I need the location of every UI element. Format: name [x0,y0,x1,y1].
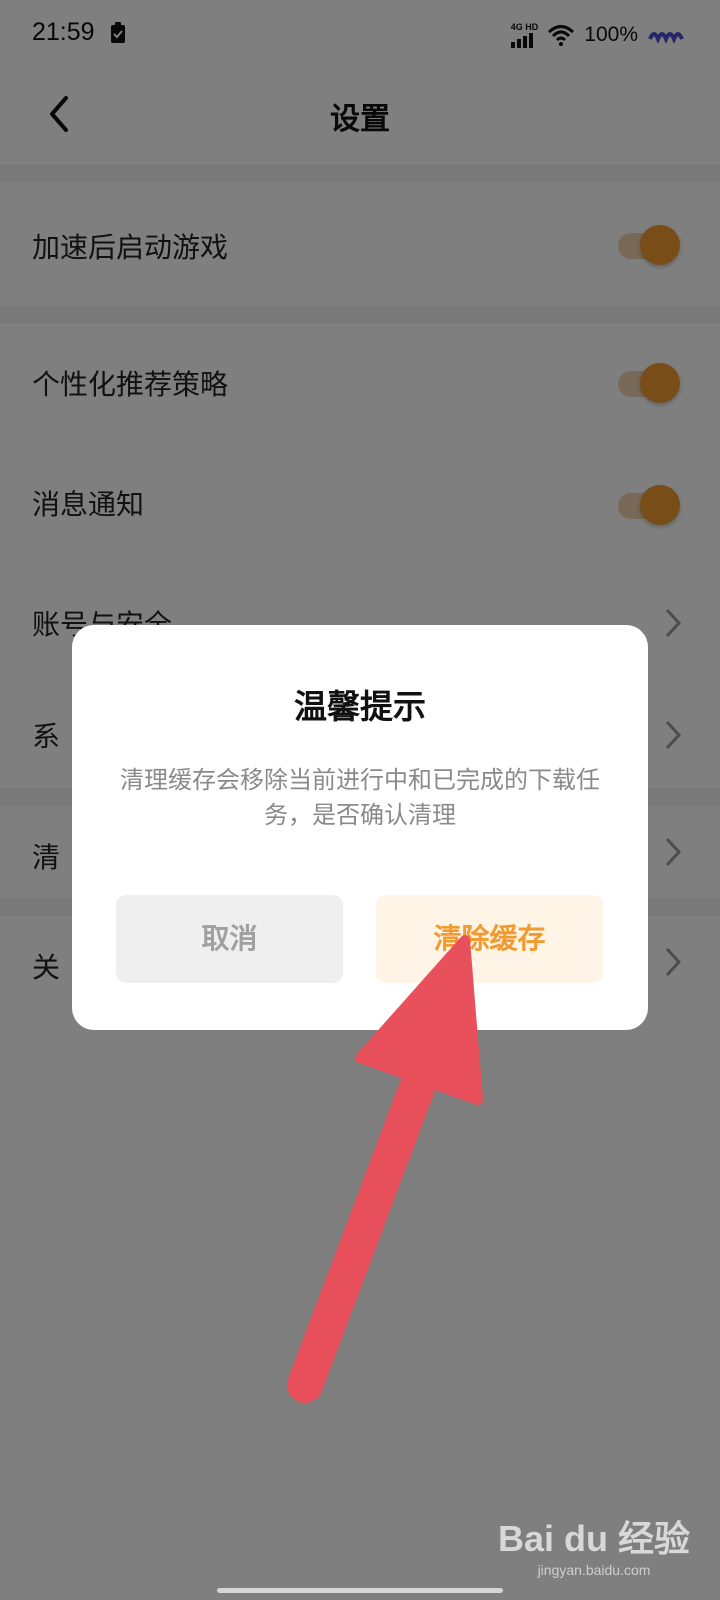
watermark-logo: Bai du 经验 [497,1518,690,1559]
confirm-dialog: 温馨提示 清理缓存会移除当前进行中和已完成的下载任务，是否确认清理 取消 清除缓… [72,625,648,1030]
dialog-title: 温馨提示 [294,687,426,726]
dialog-message: 清理缓存会移除当前进行中和已完成的下载任务，是否确认清理 [120,766,600,829]
cancel-button[interactable]: 取消 [116,895,343,983]
home-indicator[interactable] [217,1588,503,1593]
watermark: Bai du 经验 jingyan.baidu.com [498,1510,690,1578]
watermark-url: jingyan.baidu.com [537,1562,651,1578]
clear-cache-button[interactable]: 清除缓存 [376,895,603,983]
